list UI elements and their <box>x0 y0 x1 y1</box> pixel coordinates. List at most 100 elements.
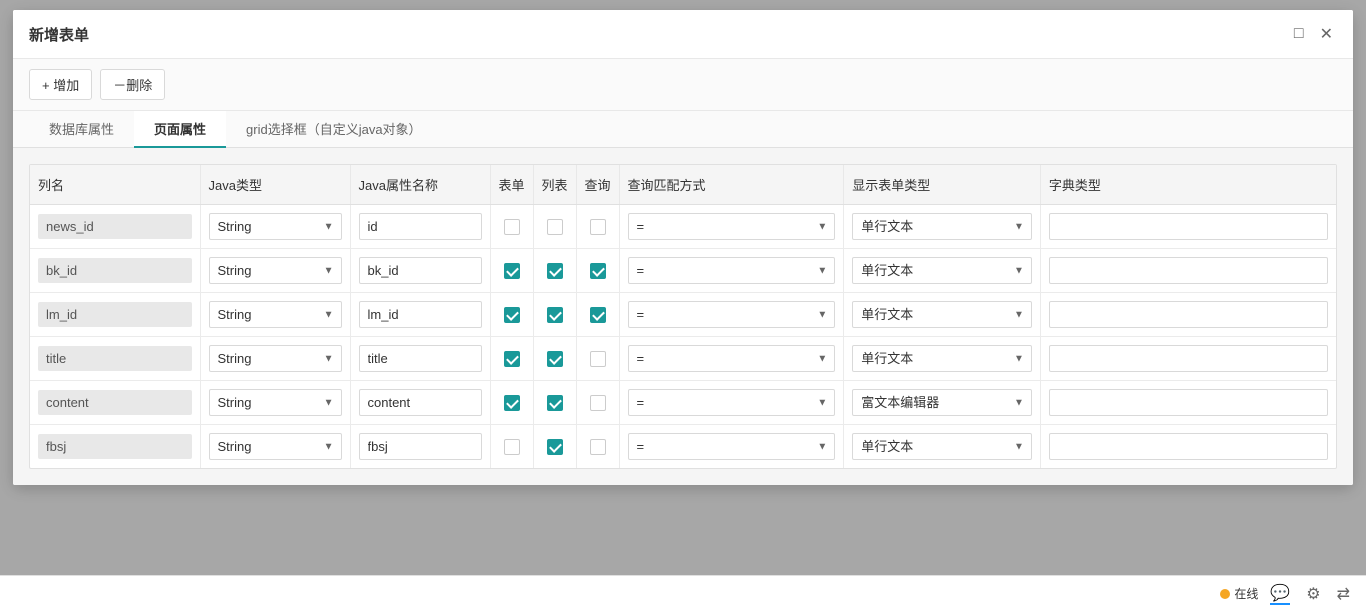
dict-type-input-3[interactable] <box>1049 345 1328 372</box>
cell-col-name-1 <box>30 249 200 293</box>
cell-query-4 <box>576 381 619 425</box>
cell-java-attr-0 <box>350 205 490 249</box>
cell-show-list-4 <box>533 381 576 425</box>
show-form-checkbox-5[interactable] <box>504 439 520 455</box>
dict-type-input-1[interactable] <box>1049 257 1328 284</box>
col-name-input-4[interactable] <box>38 390 192 415</box>
table-row: StringIntegerLongDateDoubleBigDecimal ▼ <box>30 425 1336 469</box>
table-row: StringIntegerLongDateDoubleBigDecimal ▼ <box>30 205 1336 249</box>
display-type-select-2[interactable]: 单行文本多行文本富文本编辑器日期下拉列表单选框多选框文件上传图片上传 <box>852 301 1032 328</box>
java-type-select-2[interactable]: StringIntegerLongDateDoubleBigDecimal <box>209 301 342 328</box>
restore-button[interactable]: □ <box>1290 22 1308 46</box>
java-type-select-wrapper-0: StringIntegerLongDateDoubleBigDecimal ▼ <box>209 213 342 240</box>
show-form-checkbox-0[interactable] <box>504 219 520 235</box>
query-match-select-0[interactable]: =like>=<=<>between <box>628 213 836 240</box>
java-type-select-3[interactable]: StringIntegerLongDateDoubleBigDecimal <box>209 345 342 372</box>
query-match-select-3[interactable]: =like>=<=<>between <box>628 345 836 372</box>
java-attr-input-2[interactable] <box>359 301 482 328</box>
tab-grid[interactable]: grid选择框（自定义java对象） <box>226 111 442 148</box>
query-checkbox-3[interactable] <box>590 351 606 367</box>
table-container: 列名 Java类型 Java属性名称 表单 列表 查询 查询匹配方式 显示表单类… <box>29 164 1337 469</box>
java-type-select-wrapper-4: StringIntegerLongDateDoubleBigDecimal ▼ <box>209 389 342 416</box>
cell-show-list-5 <box>533 425 576 469</box>
th-dict-type: 字典类型 <box>1040 165 1336 205</box>
java-attr-input-1[interactable] <box>359 257 482 284</box>
display-type-select-wrapper-3: 单行文本多行文本富文本编辑器日期下拉列表单选框多选框文件上传图片上传 ▼ <box>852 345 1032 372</box>
cell-col-name-3 <box>30 337 200 381</box>
show-list-checkbox-3[interactable] <box>547 351 563 367</box>
show-form-checkbox-3[interactable] <box>504 351 520 367</box>
show-list-checkbox-5[interactable] <box>547 439 563 455</box>
query-checkbox-4[interactable] <box>590 395 606 411</box>
th-display-type: 显示表单类型 <box>844 165 1041 205</box>
th-show-list: 列表 <box>533 165 576 205</box>
col-name-input-1[interactable] <box>38 258 192 283</box>
java-attr-input-5[interactable] <box>359 433 482 460</box>
cell-query-0 <box>576 205 619 249</box>
display-type-select-wrapper-2: 单行文本多行文本富文本编辑器日期下拉列表单选框多选框文件上传图片上传 ▼ <box>852 301 1032 328</box>
delete-button[interactable]: －删除 <box>100 69 165 100</box>
java-type-select-1[interactable]: StringIntegerLongDateDoubleBigDecimal <box>209 257 342 284</box>
dict-type-input-0[interactable] <box>1049 213 1328 240</box>
footer-bar: 在线 💬 ⚙ ⇄ <box>0 575 1366 611</box>
content-area: 列名 Java类型 Java属性名称 表单 列表 查询 查询匹配方式 显示表单类… <box>13 148 1353 485</box>
cell-java-type-1: StringIntegerLongDateDoubleBigDecimal ▼ <box>200 249 350 293</box>
expand-icon[interactable]: ⇄ <box>1337 584 1350 604</box>
tab-page[interactable]: 页面属性 <box>134 111 226 148</box>
dict-type-input-2[interactable] <box>1049 301 1328 328</box>
show-list-checkbox-2[interactable] <box>547 307 563 323</box>
col-name-input-5[interactable] <box>38 434 192 459</box>
dict-type-input-5[interactable] <box>1049 433 1328 460</box>
query-checkbox-5[interactable] <box>590 439 606 455</box>
settings-icon[interactable]: ⚙ <box>1306 584 1320 604</box>
java-type-select-0[interactable]: StringIntegerLongDateDoubleBigDecimal <box>209 213 342 240</box>
cell-query-match-4: =like>=<=<>between ▼ <box>619 381 844 425</box>
table-row: StringIntegerLongDateDoubleBigDecimal ▼ <box>30 293 1336 337</box>
query-match-select-2[interactable]: =like>=<=<>between <box>628 301 836 328</box>
cell-query-3 <box>576 337 619 381</box>
query-checkbox-0[interactable] <box>590 219 606 235</box>
tab-db[interactable]: 数据库属性 <box>29 111 134 148</box>
show-list-checkbox-4[interactable] <box>547 395 563 411</box>
java-attr-input-4[interactable] <box>359 389 482 416</box>
java-attr-input-0[interactable] <box>359 213 482 240</box>
display-type-select-0[interactable]: 单行文本多行文本富文本编辑器日期下拉列表单选框多选框文件上传图片上传 <box>852 213 1032 240</box>
java-attr-input-3[interactable] <box>359 345 482 372</box>
query-match-select-wrapper-5: =like>=<=<>between ▼ <box>628 433 836 460</box>
show-form-checkbox-2[interactable] <box>504 307 520 323</box>
show-list-checkbox-1[interactable] <box>547 263 563 279</box>
tabs: 数据库属性 页面属性 grid选择框（自定义java对象） <box>13 111 1353 148</box>
java-type-select-5[interactable]: StringIntegerLongDateDoubleBigDecimal <box>209 433 342 460</box>
cell-display-type-4: 单行文本多行文本富文本编辑器日期下拉列表单选框多选框文件上传图片上传 ▼ <box>844 381 1041 425</box>
col-name-input-3[interactable] <box>38 346 192 371</box>
show-form-checkbox-1[interactable] <box>504 263 520 279</box>
show-list-checkbox-0[interactable] <box>547 219 563 235</box>
dict-type-input-4[interactable] <box>1049 389 1328 416</box>
add-button[interactable]: + 增加 <box>29 69 92 100</box>
display-type-select-5[interactable]: 单行文本多行文本富文本编辑器日期下拉列表单选框多选框文件上传图片上传 <box>852 433 1032 460</box>
cell-show-list-1 <box>533 249 576 293</box>
cell-java-type-0: StringIntegerLongDateDoubleBigDecimal ▼ <box>200 205 350 249</box>
cell-java-attr-1 <box>350 249 490 293</box>
cell-dict-type-2 <box>1040 293 1336 337</box>
cell-show-form-0 <box>490 205 533 249</box>
col-name-input-0[interactable] <box>38 214 192 239</box>
query-checkbox-1[interactable] <box>590 263 606 279</box>
table-body: StringIntegerLongDateDoubleBigDecimal ▼ <box>30 205 1336 469</box>
display-type-select-wrapper-5: 单行文本多行文本富文本编辑器日期下拉列表单选框多选框文件上传图片上传 ▼ <box>852 433 1032 460</box>
display-type-select-4[interactable]: 单行文本多行文本富文本编辑器日期下拉列表单选框多选框文件上传图片上传 <box>852 389 1032 416</box>
table-row: StringIntegerLongDateDoubleBigDecimal ▼ <box>30 337 1336 381</box>
java-type-select-4[interactable]: StringIntegerLongDateDoubleBigDecimal <box>209 389 342 416</box>
query-match-select-1[interactable]: =like>=<=<>between <box>628 257 836 284</box>
query-checkbox-2[interactable] <box>590 307 606 323</box>
col-name-input-2[interactable] <box>38 302 192 327</box>
query-match-select-5[interactable]: =like>=<=<>between <box>628 433 836 460</box>
display-type-select-3[interactable]: 单行文本多行文本富文本编辑器日期下拉列表单选框多选框文件上传图片上传 <box>852 345 1032 372</box>
chat-icon[interactable]: 💬 <box>1270 583 1290 605</box>
close-button[interactable]: ✕ <box>1316 22 1337 46</box>
cell-java-type-4: StringIntegerLongDateDoubleBigDecimal ▼ <box>200 381 350 425</box>
display-type-select-1[interactable]: 单行文本多行文本富文本编辑器日期下拉列表单选框多选框文件上传图片上传 <box>852 257 1032 284</box>
modal-title: 新增表单 <box>29 24 89 45</box>
query-match-select-4[interactable]: =like>=<=<>between <box>628 389 836 416</box>
show-form-checkbox-4[interactable] <box>504 395 520 411</box>
